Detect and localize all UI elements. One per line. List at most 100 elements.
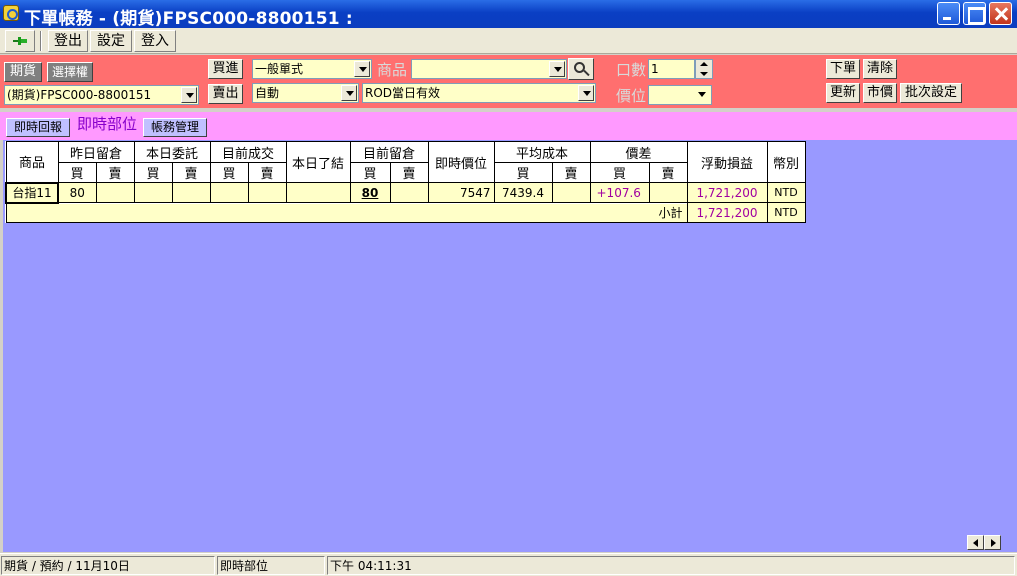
header-prev-position: 昨日留倉 [57,141,135,163]
scroll-left-button[interactable] [967,535,984,550]
pin-button[interactable] [5,30,35,52]
logout-button[interactable]: 登出 [48,30,88,52]
toolbar: 登出 設定 登入 [0,28,1017,54]
cell-pos-buy[interactable]: 80 [349,182,391,203]
status-time: 下午 04:11:31 [327,556,1015,575]
place-order-button[interactable]: 下單 [826,59,860,79]
futures-button[interactable]: 期貨 [4,62,42,82]
cell-diff-buy: +107.6 [589,182,650,203]
chevron-down-icon[interactable] [694,87,710,103]
cell-trades-buy [209,182,249,203]
header-product: 商品 [5,141,59,183]
header-buy: 買 [57,162,97,183]
minimize-button[interactable] [937,2,960,25]
header-floating-pnl: 浮動損益 [686,141,768,183]
offset-value: 自動 [255,86,280,100]
account-select[interactable]: (期貨)FPSC000-8800151 [4,85,199,105]
header-sell: 賣 [247,162,287,183]
cell-pnl: 1,721,200 [686,182,768,203]
toolbar-separator [40,31,42,51]
chevron-down-icon[interactable] [181,87,197,103]
header-buy: 買 [209,162,249,183]
cell-orders-buy [133,182,173,203]
market-price-button[interactable]: 市價 [863,83,897,103]
header-sell: 賣 [551,162,591,183]
cell-cost-sell [551,182,591,203]
header-currency: 幣別 [766,141,806,183]
chevron-down-icon[interactable] [549,61,565,77]
header-price-diff: 價差 [589,141,688,163]
spin-down-icon[interactable] [700,72,708,76]
pin-icon [13,37,27,45]
price-select[interactable] [648,85,712,105]
header-sell: 賣 [389,162,429,183]
cell-orders-sell [171,182,211,203]
window-title: 下單帳務 - (期貨)FPSC000-8800151 : [24,9,353,29]
order-type-select[interactable]: 一般單式 [252,59,372,79]
table-row[interactable]: 台指11 80 80 7547 7439.4 +107.6 1,721,200 … [5,181,806,204]
cell-live-price: 7547 [427,182,495,203]
order-type-value: 一般單式 [255,62,304,76]
cell-product[interactable]: 台指11 [5,181,59,204]
qty-spinner[interactable] [695,59,713,79]
header-sell: 賣 [171,162,211,183]
header-buy: 買 [349,162,391,183]
search-button[interactable] [568,58,594,80]
cell-cost-buy: 7439.4 [493,182,553,203]
tab-account-management[interactable]: 帳務管理 [143,118,207,137]
cell-prev-sell [95,182,135,203]
header-today-orders: 本日委託 [133,141,211,163]
cell-prev-buy: 80 [57,182,97,203]
header-today-closed: 本日了結 [285,141,351,183]
price-label: 價位 [616,87,647,105]
subtotal-row: 小計 1,721,200 NTD [5,202,806,223]
app-icon[interactable] [3,5,19,21]
condition-select[interactable]: ROD當日有效 [362,83,596,103]
tab-live-reports[interactable]: 即時回報 [6,118,70,137]
options-button[interactable]: 選擇權 [47,62,93,82]
scroll-right-button[interactable] [984,535,1001,550]
chevron-down-icon[interactable] [354,61,370,77]
update-button[interactable]: 更新 [826,83,860,103]
offset-select[interactable]: 自動 [252,83,359,103]
clear-button[interactable]: 清除 [863,59,897,79]
account-select-value: (期貨)FPSC000-8800151 [7,88,152,102]
login-button[interactable]: 登入 [134,30,176,52]
header-avg-cost: 平均成本 [493,141,591,163]
cell-closed [285,182,351,203]
tab-strip: 即時回報 即時部位 帳務管理 [0,112,1017,140]
status-view: 即時部位 [217,556,325,575]
cell-diff-sell [648,182,688,203]
cell-trades-sell [247,182,287,203]
header-buy: 買 [589,162,650,183]
header-sell: 賣 [95,162,135,183]
header-live-price: 即時價位 [427,141,495,183]
header-current-trades: 目前成交 [209,141,287,163]
batch-settings-button[interactable]: 批次設定 [900,83,962,103]
chevron-down-icon[interactable] [341,85,357,101]
settings-button[interactable]: 設定 [90,30,132,52]
status-session: 期貨 / 預約 / 11月10日 [1,556,215,575]
close-button[interactable] [989,2,1012,25]
header-buy: 買 [493,162,553,183]
cell-pos-sell [389,182,429,203]
qty-label: 口數 [616,61,647,79]
maximize-button[interactable] [963,2,986,25]
sell-button[interactable]: 賣出 [208,84,243,104]
header-sell: 賣 [648,162,688,183]
tab-live-positions[interactable]: 即時部位 [73,116,141,135]
chevron-down-icon[interactable] [578,85,594,101]
positions-table: 商品 昨日留倉 本日委託 目前成交 本日了結 目前留倉 即時價位 平均成本 價差… [5,141,806,223]
condition-value: ROD當日有效 [365,86,441,100]
product-select[interactable] [411,59,567,79]
spin-up-icon[interactable] [700,62,708,66]
header-buy: 買 [133,162,173,183]
subtotal-pnl: 1,721,200 [686,202,768,223]
qty-input[interactable]: 1 [648,59,695,79]
product-label: 商品 [377,61,408,79]
status-bar: 期貨 / 預約 / 11月10日 即時部位 下午 04:11:31 [0,553,1017,576]
cell-currency: NTD [766,182,806,203]
positions-panel: 商品 昨日留倉 本日委託 目前成交 本日了結 目前留倉 即時價位 平均成本 價差… [3,140,1017,552]
title-bar: 下單帳務 - (期貨)FPSC000-8800151 : [0,0,1017,29]
buy-button[interactable]: 買進 [208,59,243,79]
